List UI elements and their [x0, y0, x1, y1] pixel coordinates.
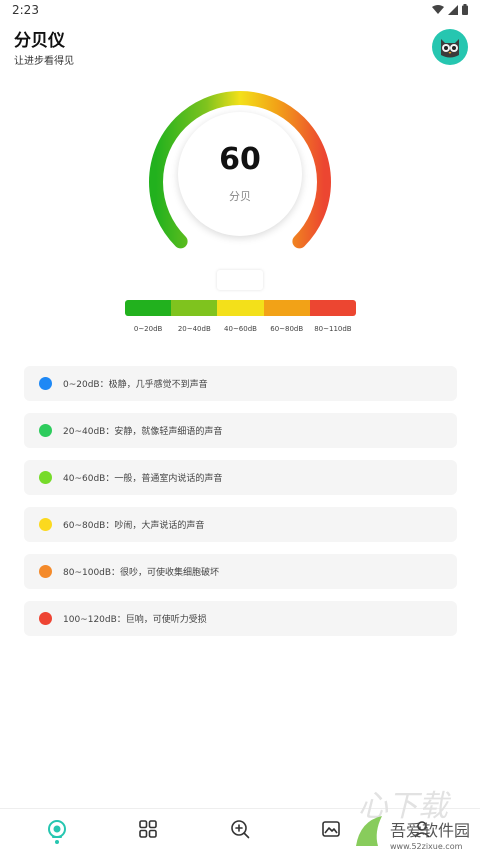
color-scale-bar	[125, 300, 357, 316]
decibel-unit: 分贝	[229, 190, 251, 203]
meter-icon	[48, 820, 66, 838]
grid-icon	[139, 820, 157, 838]
level-dot	[39, 377, 52, 390]
list-item: 80~100dB：很吵，可使收集细胞破坏	[24, 554, 457, 589]
list-item: 40~60dB：一般，普通室内说话的声音	[24, 460, 457, 495]
gauge-readout: 60 分贝	[178, 112, 302, 236]
nav-meter-button[interactable]	[45, 817, 69, 841]
scale-label: 60~80dB	[270, 325, 304, 333]
level-text: 100~120dB：巨响，可使听力受损	[63, 615, 207, 625]
level-dot	[39, 518, 52, 531]
level-text: 20~40dB：安静，就像轻声细语的声音	[63, 427, 223, 437]
list-item: 0~20dB：极静，几乎感觉不到声音	[24, 366, 457, 401]
nav-zoom-button[interactable]	[228, 817, 252, 841]
scale-segment	[125, 300, 172, 316]
level-text: 80~100dB：很吵，可使收集细胞破坏	[63, 568, 220, 578]
scale-segment	[217, 300, 264, 316]
level-dot	[39, 612, 52, 625]
battery-icon	[462, 4, 468, 15]
watermark-logo-icon: 心下载 吾爱软件园 www.52zixue.com	[356, 789, 470, 851]
zoom-icon	[231, 820, 250, 839]
scale-label: 80~110dB	[314, 325, 352, 333]
scale-segment	[309, 300, 357, 316]
avatar[interactable]	[432, 29, 468, 65]
list-item: 20~40dB：安静，就像轻声细语的声音	[24, 413, 457, 448]
scale-label: 40~60dB	[224, 325, 257, 333]
level-dot	[39, 424, 52, 437]
list-item: 60~80dB：吵闹，大声说话的声音	[24, 507, 457, 542]
svg-text:心下载: 心下载	[358, 789, 452, 824]
level-text: 60~80dB：吵闹，大声说话的声音	[63, 521, 205, 531]
active-tab-indicator	[55, 840, 59, 844]
blank-indicator	[217, 270, 263, 290]
owl-avatar-icon	[441, 39, 459, 58]
nav-image-button[interactable]	[319, 817, 343, 841]
scale-labels: 0~20dB 20~40dB 40~60dB 60~80dB 80~110dB	[125, 325, 356, 333]
level-list: 0~20dB：极静，几乎感觉不到声音 20~40dB：安静，就像轻声细语的声音 …	[24, 366, 457, 648]
wifi-icon	[432, 4, 444, 14]
watermark: 心下载 吾爱软件园 www.52zixue.com	[352, 776, 480, 853]
status-bar: 2:23	[0, 0, 480, 22]
page-subtitle: 让进步看得见	[14, 56, 74, 67]
scale-segment	[263, 300, 310, 316]
level-dot	[39, 471, 52, 484]
scale-label: 0~20dB	[133, 325, 163, 333]
svg-text:www.52zixue.com: www.52zixue.com	[390, 842, 463, 851]
decibel-gauge: 60 分贝	[140, 88, 340, 268]
list-item: 100~120dB：巨响，可使听力受损	[24, 601, 457, 636]
status-icons	[432, 4, 468, 15]
level-text: 40~60dB：一般，普通室内说话的声音	[63, 474, 223, 484]
level-dot	[39, 565, 52, 578]
scale-segment	[171, 300, 218, 316]
scale-label: 20~40dB	[177, 325, 211, 333]
page-title: 分贝仪	[14, 31, 65, 51]
decibel-value: 60	[219, 142, 261, 177]
status-time: 2:23	[12, 3, 39, 17]
level-text: 0~20dB：极静，几乎感觉不到声音	[63, 380, 208, 390]
svg-text:吾爱软件园: 吾爱软件园	[390, 821, 470, 840]
signal-icon	[448, 4, 458, 15]
image-icon	[322, 821, 340, 837]
nav-grid-button[interactable]	[136, 817, 160, 841]
